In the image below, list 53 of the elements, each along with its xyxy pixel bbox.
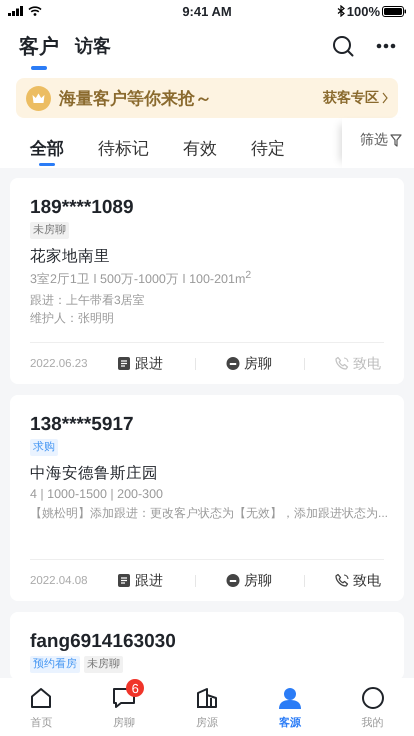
follow-action[interactable]: 跟进 — [117, 354, 163, 372]
filter-tab[interactable]: 有效 — [183, 118, 217, 168]
funnel-icon — [390, 134, 402, 146]
customer-phone: 138****5917 — [30, 414, 134, 436]
customer-phone: fang6914163030 — [30, 631, 176, 653]
header-tab[interactable]: 访客 — [75, 28, 111, 64]
filter-tab[interactable]: 待标记 — [98, 118, 149, 168]
property-name: 中海安德鲁斯庄园 — [30, 464, 158, 484]
filter-tab[interactable]: 全部 — [30, 118, 64, 168]
info-line: 【姚松明】添加跟进：更改客户状态为【无效】，添加跟进状态为... — [30, 506, 388, 520]
customer-date: 2022.06.23 — [30, 358, 89, 370]
building-icon[interactable] — [194, 686, 219, 710]
chat-action[interactable]: 房聊 — [226, 354, 272, 372]
battery-icon — [382, 6, 406, 16]
property-name: 花家地南里 — [30, 247, 110, 267]
document-icon — [117, 356, 132, 371]
unread-badge: 6 — [126, 679, 144, 697]
customer-date: 2022.04.08 — [30, 574, 89, 586]
customer-tag: 预约看房 — [30, 656, 80, 673]
nav-tab[interactable]: 客源 — [248, 678, 332, 736]
chat-action[interactable]: 房聊 — [226, 572, 272, 590]
chat-icon — [226, 356, 241, 371]
bluetooth-icon — [336, 5, 345, 17]
customer-tag: 未房聊 — [30, 222, 69, 239]
battery-percent: 100% — [346, 4, 380, 18]
signal-icon — [8, 6, 24, 16]
follow-action[interactable]: 跟进 — [117, 572, 163, 590]
property-specs: 3室2厅1卫 ǀ 500万-1000万 ǀ 100-201m$^{2}$ — [30, 270, 252, 288]
promo-text: 海量客户等你来抢～ — [59, 88, 213, 110]
filter-button[interactable]: 筛选 — [342, 118, 414, 168]
home-icon[interactable] — [29, 686, 54, 710]
phone-icon — [335, 356, 350, 371]
search-icon[interactable] — [332, 35, 354, 57]
status-time: 9:41 AM — [182, 4, 232, 18]
chevron-icon — [382, 92, 388, 104]
info-line: 维护人：张明明 — [30, 311, 114, 326]
phone-icon — [335, 573, 350, 588]
call-action[interactable]: 致电 — [335, 572, 381, 590]
customer-tag: 求购 — [30, 439, 58, 456]
wifi-icon — [28, 6, 42, 16]
chat-icon — [226, 573, 241, 588]
more-icon[interactable] — [376, 43, 396, 49]
property-specs: 4 | 1000-1500 | 200-300 — [30, 487, 164, 501]
promo-link[interactable]: 获客专区 — [323, 89, 388, 107]
nav-tab[interactable]: 6 房聊 — [82, 678, 166, 736]
filter-tab[interactable]: 待定 — [251, 118, 285, 168]
info-line: 跟进：上午带看3居室 — [30, 293, 145, 308]
person-icon[interactable] — [278, 686, 302, 710]
customer-tag: 未房聊 — [84, 656, 123, 673]
crown-icon — [26, 86, 51, 110]
circle-icon[interactable] — [360, 686, 385, 710]
customer-phone: 189****1089 — [30, 197, 134, 219]
document-icon — [117, 573, 132, 588]
